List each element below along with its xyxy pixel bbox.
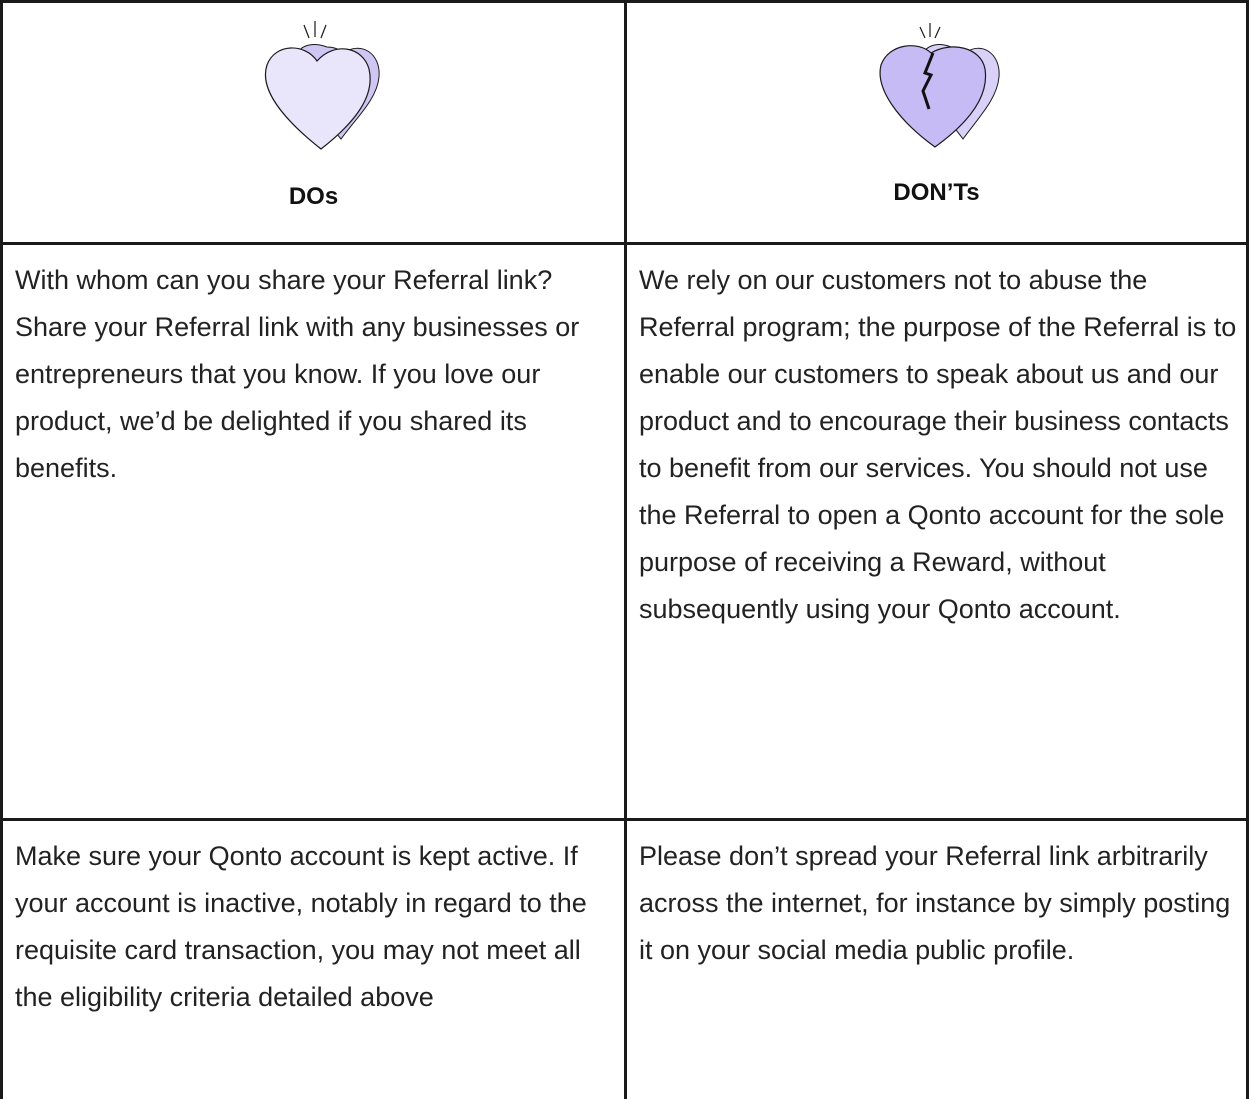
- table-row-1-donts: We rely on our customers not to abuse th…: [627, 245, 1246, 818]
- dos-donts-table: DOs DON’Ts With whom can you share your …: [0, 0, 1249, 1099]
- row-2-dos-text: Make sure your Qonto account is kept act…: [15, 841, 587, 1012]
- broken-heart-icon: [867, 17, 1007, 157]
- header-donts-label: DON’Ts: [893, 179, 980, 206]
- row-2-donts-text: Please don’t spread your Referral link a…: [639, 841, 1231, 965]
- header-cell-dos: DOs: [3, 3, 624, 242]
- table-row-1-dos: With whom can you share your Referral li…: [3, 245, 624, 818]
- row-1-dos-text: With whom can you share your Referral li…: [15, 265, 580, 483]
- heart-icon-svg: [264, 21, 380, 150]
- broken-heart-icon-svg: [879, 23, 1000, 148]
- heart-icon: [245, 17, 385, 157]
- header-cell-donts: DON’Ts: [627, 3, 1246, 242]
- table-row-2-dos: Make sure your Qonto account is kept act…: [3, 821, 624, 1099]
- row-1-donts-text: We rely on our customers not to abuse th…: [639, 265, 1237, 624]
- table-row-2-donts: Please don’t spread your Referral link a…: [627, 821, 1246, 1099]
- header-dos-label: DOs: [288, 183, 339, 210]
